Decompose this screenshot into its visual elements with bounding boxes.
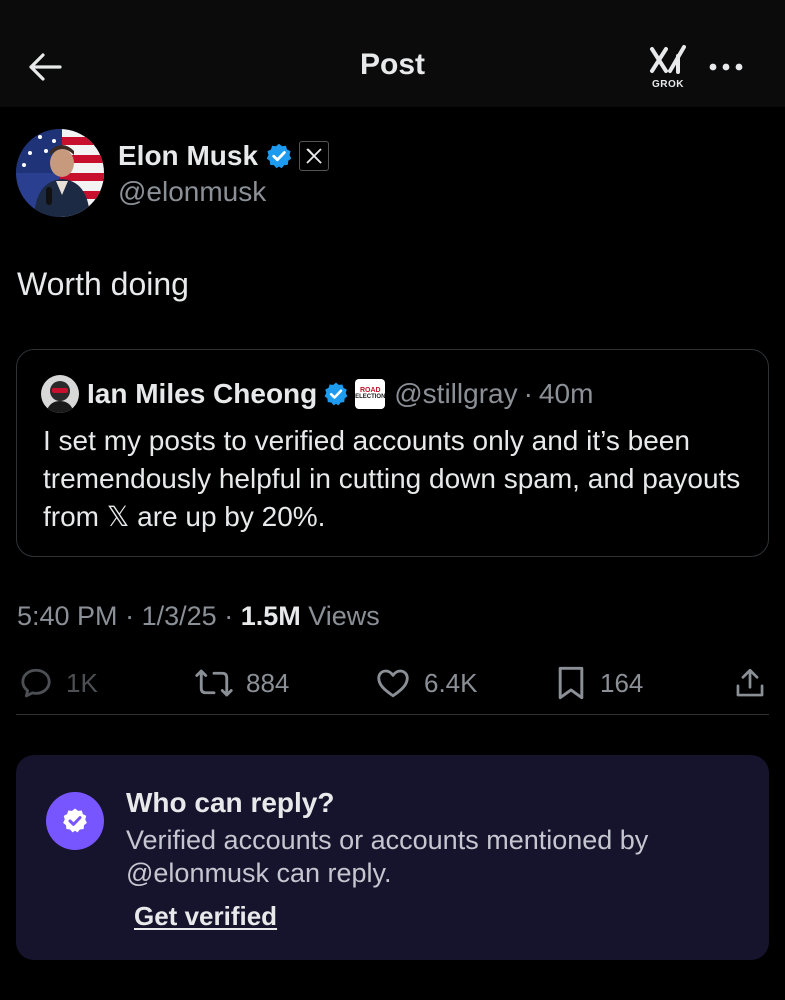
separator-dot: · — [224, 601, 234, 631]
quoted-author-handle[interactable]: @stillgray — [394, 378, 517, 410]
reply-card-title: Who can reply? — [126, 787, 335, 818]
x-logo-icon — [306, 148, 322, 164]
reply-restriction-card: Who can reply? Verified accounts or acco… — [16, 755, 769, 960]
reply-card-description: Verified accounts or accounts mentioned … — [126, 825, 649, 888]
divider — [16, 714, 769, 715]
quoted-post-card[interactable]: Ian Miles Cheong ROAD ELECTION @stillgra… — [16, 349, 769, 557]
views-label: Views — [308, 601, 380, 631]
more-options-icon[interactable] — [706, 55, 746, 79]
bookmark-icon — [558, 666, 584, 700]
repost-count: 884 — [246, 667, 290, 698]
grok-icon — [650, 45, 686, 74]
reply-button[interactable]: 1K — [18, 660, 98, 706]
post-meta: 5:40 PM · 1/3/25 · 1.5M Views — [17, 601, 380, 632]
quoted-post-header: Ian Miles Cheong ROAD ELECTION @stillgra… — [87, 376, 593, 412]
x-affiliation-badge — [299, 141, 330, 171]
bookmark-button[interactable]: 164 — [554, 660, 643, 706]
author-avatar[interactable] — [16, 129, 104, 217]
get-verified-link[interactable]: Get verified — [134, 901, 277, 932]
author-name[interactable]: Elon Musk — [118, 140, 258, 172]
affiliation-line1: ROAD — [359, 387, 381, 394]
verified-check-icon — [46, 792, 104, 850]
grok-label: GROK — [652, 79, 684, 90]
post-time: 5:40 PM — [17, 601, 118, 631]
affiliation-line2: ELECTION — [355, 394, 386, 400]
bookmark-count: 164 — [600, 667, 644, 698]
separator-dot: · — [125, 601, 135, 631]
views-count[interactable]: 1.5M — [241, 601, 301, 631]
verified-badge-icon — [324, 382, 348, 406]
top-bar: Post GROK — [0, 0, 785, 107]
reply-icon — [21, 668, 51, 698]
action-bar: 1K 884 6.4K 164 — [0, 660, 785, 706]
grok-button[interactable]: GROK — [646, 44, 690, 94]
like-count: 6.4K — [424, 667, 478, 698]
share-icon — [736, 668, 764, 697]
heart-icon — [377, 669, 409, 698]
reply-count: 1K — [66, 667, 98, 698]
author-name-row: Elon Musk — [118, 138, 330, 174]
author-handle[interactable]: @elonmusk — [118, 176, 266, 208]
like-button[interactable]: 6.4K — [374, 660, 478, 706]
separator-dot: · — [523, 378, 533, 409]
share-button[interactable] — [733, 660, 767, 706]
repost-icon — [195, 669, 233, 697]
quoted-post-time: 40m — [538, 378, 594, 409]
verified-badge-icon — [266, 143, 292, 169]
post-text: Worth doing — [17, 266, 189, 302]
affiliation-badge: ROAD ELECTION — [355, 379, 385, 409]
quoted-post-text: I set my posts to verified accounts only… — [43, 425, 741, 532]
post-date: 1/3/25 — [141, 601, 217, 631]
quoted-author-avatar — [41, 375, 79, 413]
repost-button[interactable]: 884 — [194, 660, 289, 706]
quoted-author-name[interactable]: Ian Miles Cheong — [87, 378, 317, 410]
